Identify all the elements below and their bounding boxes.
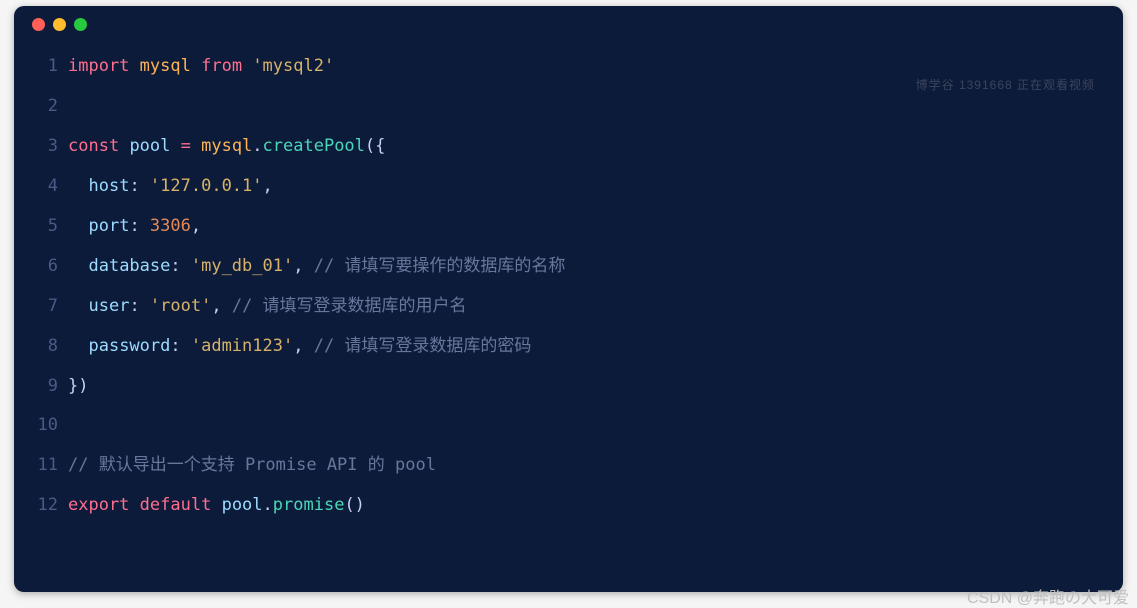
video-watermark: 博学谷 1391668 正在观看视频 [916,76,1095,93]
line-number: 7 [24,287,68,327]
line-number: 2 [24,87,68,127]
code-content: export default pool.promise() [68,486,365,526]
code-line-10: 10 [24,406,1123,446]
code-line-3: 3 const pool = mysql.createPool({ [24,127,1123,167]
code-content: password: 'admin123', // 请填写登录数据库的密码 [68,327,531,367]
close-icon[interactable] [32,18,45,31]
line-number: 1 [24,47,68,87]
code-content: user: 'root', // 请填写登录数据库的用户名 [68,287,467,327]
code-content: host: '127.0.0.1', [68,167,273,207]
code-content: database: 'my_db_01', // 请填写要操作的数据库的名称 [68,247,565,287]
code-line-6: 6 database: 'my_db_01', // 请填写要操作的数据库的名称 [24,247,1123,287]
csdn-credit: CSDN @奔跑の大可爱 [967,584,1129,608]
maximize-icon[interactable] [74,18,87,31]
line-number: 5 [24,207,68,247]
line-number: 6 [24,247,68,287]
code-window: 博学谷 1391668 正在观看视频 1 import mysql from '… [14,6,1123,592]
line-number: 11 [24,446,68,486]
line-number: 8 [24,327,68,367]
code-line-11: 11 // 默认导出一个支持 Promise API 的 pool [24,446,1123,486]
code-content: const pool = mysql.createPool({ [68,127,385,167]
line-number: 3 [24,127,68,167]
traffic-lights [14,18,1123,31]
code-line-7: 7 user: 'root', // 请填写登录数据库的用户名 [24,287,1123,327]
code-line-8: 8 password: 'admin123', // 请填写登录数据库的密码 [24,327,1123,367]
line-number: 4 [24,167,68,207]
code-content: }) [68,367,88,407]
code-line-5: 5 port: 3306, [24,207,1123,247]
minimize-icon[interactable] [53,18,66,31]
line-number: 10 [24,406,68,446]
code-line-4: 4 host: '127.0.0.1', [24,167,1123,207]
line-number: 9 [24,367,68,407]
code-line-12: 12 export default pool.promise() [24,486,1123,526]
code-content: import mysql from 'mysql2' [68,47,334,87]
line-number: 12 [24,486,68,526]
code-block: 1 import mysql from 'mysql2' 2 3 const p… [14,47,1123,526]
code-line-9: 9 }) [24,367,1123,407]
code-content: // 默认导出一个支持 Promise API 的 pool [68,446,436,486]
code-content: port: 3306, [68,207,201,247]
